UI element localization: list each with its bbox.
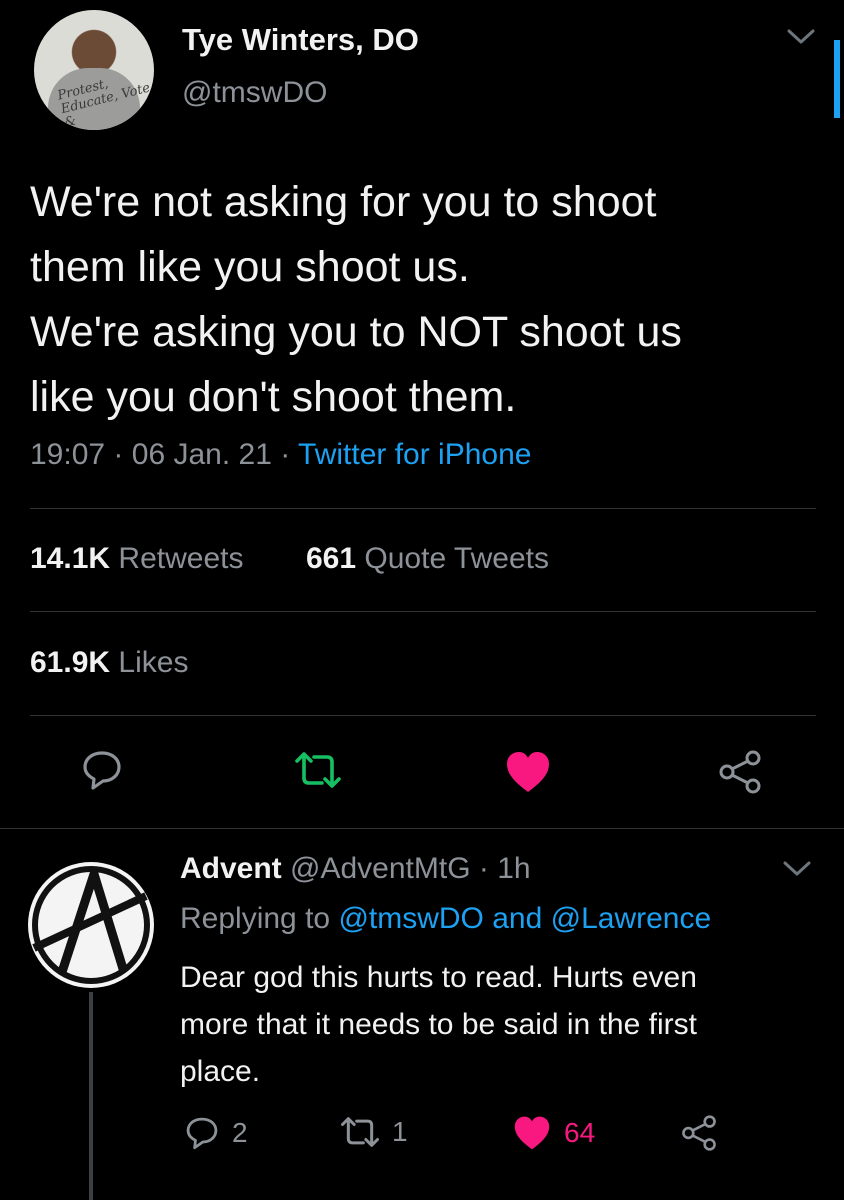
meta-separator: · xyxy=(280,438,291,471)
reply-line: place. xyxy=(180,1055,261,1088)
reply-author-handle[interactable]: @AdventMtG xyxy=(290,852,471,885)
reply-text: Dear god this hurts to read. Hurts even … xyxy=(180,954,810,1095)
quote-tweets-stat[interactable]: 661 Quote Tweets xyxy=(306,542,549,576)
share-button[interactable] xyxy=(710,742,770,802)
retweet-button[interactable] xyxy=(288,740,348,800)
retweets-count: 14.1K xyxy=(30,542,111,575)
divider xyxy=(30,611,816,612)
tweet-line: We're not asking for you to shoot xyxy=(30,178,657,226)
reply-share-button[interactable] xyxy=(680,1115,718,1151)
tweet-line: like you don't shoot them. xyxy=(30,373,517,421)
tweet-text: We're not asking for you to shoot them l… xyxy=(30,170,820,430)
likes-count: 61.9K xyxy=(30,646,111,679)
replying-user-link[interactable]: @tmswDO xyxy=(338,902,483,935)
divider xyxy=(30,508,816,509)
reply-avatar[interactable] xyxy=(28,862,154,988)
heart-filled-icon xyxy=(507,752,549,792)
tweet-source-link[interactable]: Twitter for iPhone xyxy=(298,438,531,471)
reply-reply-button[interactable]: 2 xyxy=(184,1115,248,1151)
share-icon xyxy=(719,750,761,794)
tweet-line: them like you shoot us. xyxy=(30,243,470,291)
tweet-line: We're asking you to NOT shoot us xyxy=(30,308,682,356)
reply-like-button[interactable]: 64 xyxy=(512,1115,595,1151)
heart-filled-icon xyxy=(514,1116,550,1150)
replying-user-link[interactable]: @Lawrence xyxy=(551,902,712,935)
author-handle[interactable]: @tmswDO xyxy=(182,76,327,110)
reply-count: 2 xyxy=(232,1117,248,1148)
section-divider xyxy=(0,828,844,829)
reply-author-name[interactable]: Advent xyxy=(180,852,282,885)
reply-button[interactable] xyxy=(72,740,132,800)
reply-icon xyxy=(186,1117,218,1150)
reply-line: more that it needs to be said in the fir… xyxy=(180,1008,697,1041)
quotes-count: 661 xyxy=(306,542,357,575)
anarchy-a-logo xyxy=(32,866,150,984)
retweet-icon xyxy=(341,1117,379,1147)
reply-time: 1h xyxy=(497,852,531,885)
thread-line xyxy=(89,992,93,1200)
share-icon xyxy=(682,1115,716,1151)
replying-prefix: Replying to xyxy=(180,902,331,935)
author-avatar[interactable]: Protest, Educate, Vote & xyxy=(34,10,154,130)
like-count: 64 xyxy=(564,1117,596,1148)
reply-icon xyxy=(83,751,121,790)
divider xyxy=(30,715,816,716)
replying-to: Replying to @tmswDO and @Lawrence xyxy=(180,902,711,936)
chevron-down-icon[interactable] xyxy=(782,858,812,885)
scroll-indicator xyxy=(834,40,840,118)
retweet-count: 1 xyxy=(392,1116,408,1147)
reply-retweet-button[interactable]: 1 xyxy=(340,1115,408,1149)
replying-and: and xyxy=(492,902,543,935)
author-name[interactable]: Tye Winters, DO xyxy=(182,22,419,58)
reply-line: Dear god this hurts to read. Hurts even xyxy=(180,961,697,994)
meta-separator: · xyxy=(478,852,489,885)
quotes-label: Quote Tweets xyxy=(364,542,549,575)
retweets-label: Retweets xyxy=(118,542,244,575)
tweet-time: 19:07 xyxy=(30,438,106,471)
retweet-icon xyxy=(295,752,341,788)
like-button[interactable] xyxy=(498,742,558,802)
tweet-date: 06 Jan. 21 xyxy=(131,438,272,471)
meta-separator: · xyxy=(113,438,124,471)
chevron-down-icon[interactable] xyxy=(786,26,816,53)
likes-label: Likes xyxy=(118,646,189,679)
reply-header: Advent @AdventMtG · 1h xyxy=(180,852,531,886)
tweet-meta: 19:07 · 06 Jan. 21 · Twitter for iPhone xyxy=(30,438,531,472)
retweets-stat[interactable]: 14.1K Retweets xyxy=(30,542,243,576)
likes-stat[interactable]: 61.9K Likes xyxy=(30,646,188,680)
